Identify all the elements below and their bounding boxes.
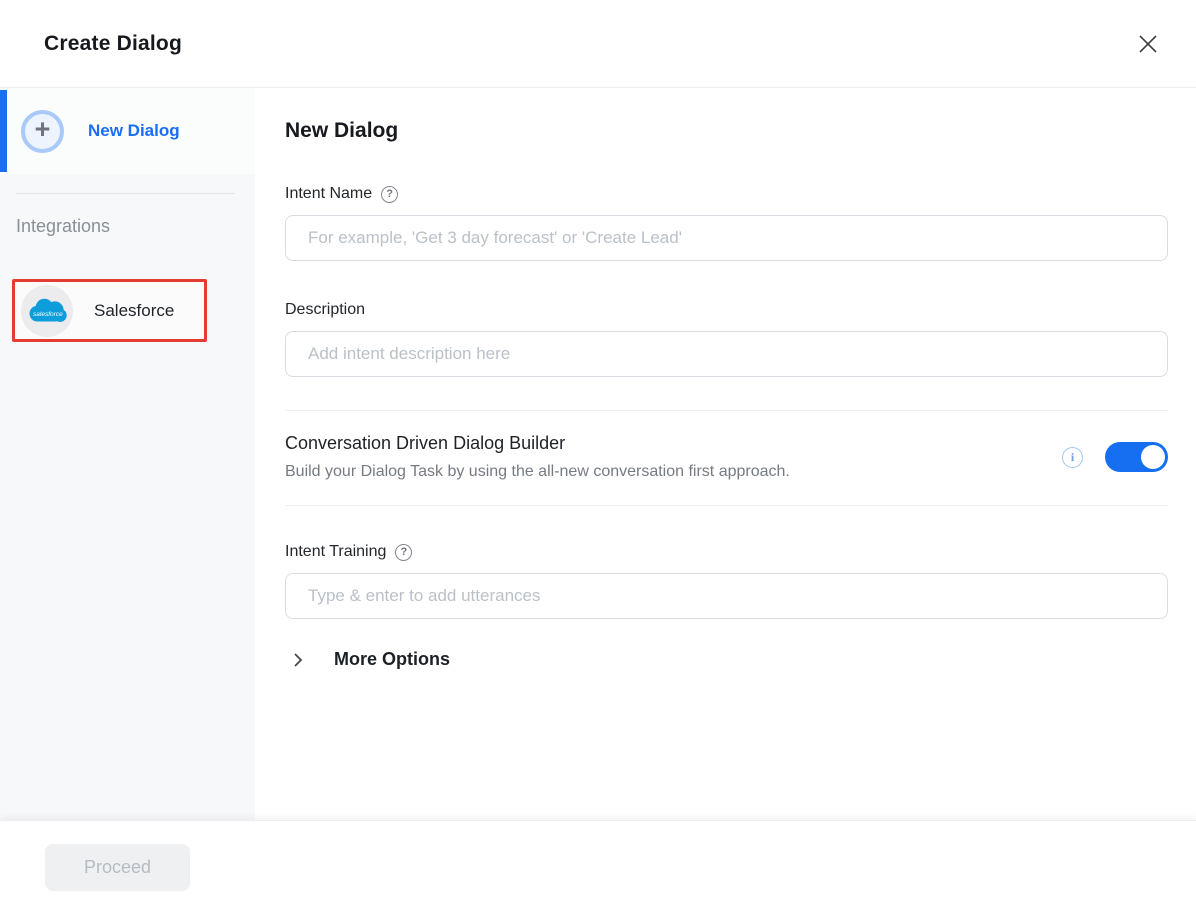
description-input[interactable] — [285, 331, 1168, 377]
intent-training-label-row: Intent Training ? — [285, 543, 1168, 561]
conversation-builder-title: Conversation Driven Dialog Builder — [285, 433, 1062, 454]
conversation-builder-toggle[interactable] — [1105, 442, 1168, 472]
conversation-builder-subtitle: Build your Dialog Task by using the all-… — [285, 463, 1062, 481]
proceed-button[interactable]: Proceed — [45, 844, 190, 891]
intent-training-label: Intent Training — [285, 543, 386, 561]
chevron-right-icon — [293, 652, 307, 668]
info-icon[interactable]: i — [1062, 447, 1083, 468]
sidebar-item-label: Salesforce — [94, 301, 174, 321]
modal-body: + New Dialog Integrations salesforce — [0, 88, 1196, 820]
help-icon[interactable]: ? — [381, 186, 398, 203]
active-indicator-bar — [0, 90, 7, 172]
intent-name-label-row: Intent Name ? — [285, 185, 1168, 203]
intent-name-label: Intent Name — [285, 185, 372, 203]
section-divider — [285, 505, 1168, 506]
sidebar-item-salesforce[interactable]: salesforce Salesforce — [12, 279, 207, 342]
modal-header: Create Dialog — [0, 0, 1196, 88]
conversation-builder-text: Conversation Driven Dialog Builder Build… — [285, 433, 1062, 481]
sidebar-section-integrations: Integrations — [16, 216, 255, 237]
sidebar: + New Dialog Integrations salesforce — [0, 88, 255, 820]
svg-text:salesforce: salesforce — [33, 310, 63, 317]
salesforce-avatar: salesforce — [21, 285, 73, 337]
salesforce-cloud-icon: salesforce — [26, 296, 68, 326]
modal-footer: Proceed — [0, 820, 1196, 908]
sidebar-item-label: New Dialog — [88, 121, 180, 141]
more-options-label: More Options — [334, 649, 450, 670]
description-label: Description — [285, 301, 365, 319]
help-icon[interactable]: ? — [395, 544, 412, 561]
intent-training-input[interactable] — [285, 573, 1168, 619]
more-options-toggle[interactable]: More Options — [285, 649, 450, 670]
main-panel: New Dialog Intent Name ? Description Con… — [255, 88, 1196, 820]
sidebar-item-new-dialog[interactable]: + New Dialog — [0, 88, 255, 174]
close-icon[interactable] — [1131, 27, 1165, 61]
modal-title: Create Dialog — [44, 32, 182, 56]
toggle-knob — [1141, 445, 1165, 469]
description-label-row: Description — [285, 301, 1168, 319]
intent-name-input[interactable] — [285, 215, 1168, 261]
page-title: New Dialog — [285, 119, 1168, 143]
conversation-builder-controls: i — [1062, 442, 1168, 472]
plus-icon: + — [21, 110, 64, 153]
sidebar-divider — [16, 193, 235, 194]
conversation-builder-section: Conversation Driven Dialog Builder Build… — [285, 411, 1168, 505]
